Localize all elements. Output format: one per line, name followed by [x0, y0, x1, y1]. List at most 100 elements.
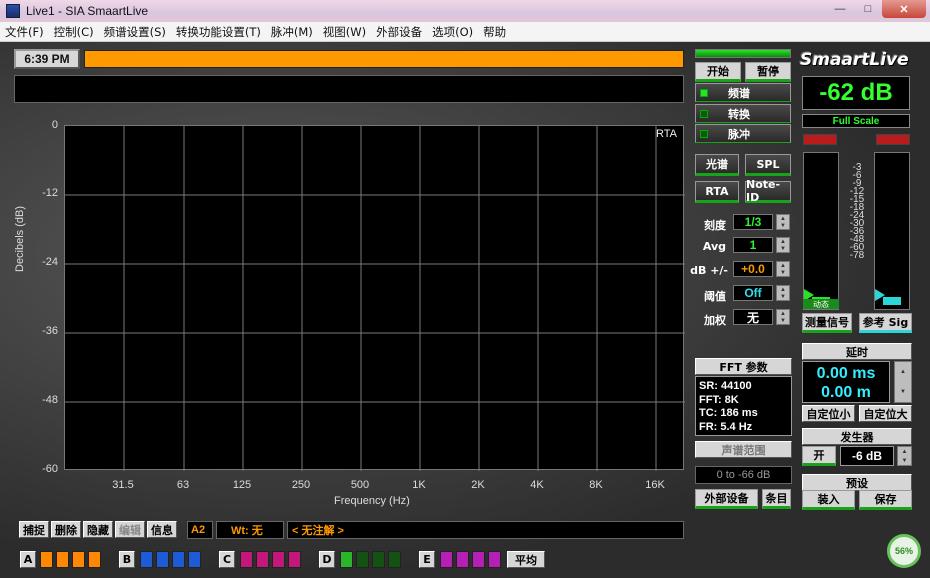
menu-options[interactable]: 选项(O): [427, 24, 478, 40]
note-field[interactable]: < 无注解 >: [287, 521, 684, 539]
dynamic-label: 动态: [803, 299, 839, 309]
spectrum-tab[interactable]: 光谱: [695, 154, 739, 176]
input-level-bar: [695, 49, 791, 58]
measure-signal-button[interactable]: 测量信号: [802, 313, 852, 333]
generator-level-stepper[interactable]: ▲ ▼: [897, 446, 912, 466]
threshold-stepper[interactable]: ▲ ▼: [776, 285, 790, 301]
group-a-slot-1[interactable]: [40, 551, 53, 568]
group-a-button[interactable]: A: [20, 551, 36, 568]
group-b-button[interactable]: B: [119, 551, 135, 568]
group-d-slot-2[interactable]: [356, 551, 369, 568]
menu-spectrum-settings[interactable]: 频谱设置(S): [99, 24, 171, 40]
group-c-slot-4[interactable]: [288, 551, 301, 568]
save-preset-button[interactable]: 保存: [859, 490, 912, 510]
generator-title: 发生器: [802, 428, 912, 445]
group-e-slot-1[interactable]: [440, 551, 453, 568]
avg-value[interactable]: 1: [733, 237, 773, 253]
capture-button[interactable]: 捕捉: [19, 521, 49, 538]
entries-button[interactable]: 条目: [762, 489, 791, 509]
avg-stepper[interactable]: ▲ ▼: [776, 237, 790, 253]
edit-button[interactable]: 编辑: [115, 521, 145, 538]
fft-params-button[interactable]: FFT 参数: [695, 358, 792, 375]
menu-transfer-settings[interactable]: 转换功能设置(T): [171, 24, 266, 40]
group-d-slot-1[interactable]: [340, 551, 353, 568]
auto-locate-small-button[interactable]: 自定位小: [802, 405, 855, 422]
menu-external-device[interactable]: 外部设备: [371, 24, 427, 40]
scale-stepper[interactable]: ▲ ▼: [776, 214, 790, 230]
menu-impulse[interactable]: 脉冲(M): [266, 24, 318, 40]
maximize-button[interactable]: □: [854, 0, 882, 18]
load-preset-button[interactable]: 装入: [802, 490, 855, 510]
db-offset-value[interactable]: +0.0: [733, 261, 773, 277]
x-tick: 63: [176, 479, 190, 491]
delay-m: 0.00 m: [821, 384, 871, 401]
left-level-meter: [803, 152, 839, 310]
group-c-button[interactable]: C: [219, 551, 235, 568]
plot-grid: [65, 126, 685, 471]
group-d-button[interactable]: D: [319, 551, 335, 568]
menu-file[interactable]: 文件(F): [0, 24, 49, 40]
external-device-button[interactable]: 外部设备: [695, 489, 758, 509]
close-button[interactable]: ✕: [882, 0, 926, 18]
title-bar: Live1 - SIA SmaartLive — □ ✕: [0, 0, 930, 22]
group-a-slot-2[interactable]: [56, 551, 69, 568]
weighting-stepper[interactable]: ▲ ▼: [776, 309, 790, 325]
y-tick: -60: [42, 463, 58, 475]
hide-button[interactable]: 隐藏: [83, 521, 113, 538]
pause-button[interactable]: 暂停: [745, 62, 791, 82]
minimize-button[interactable]: —: [826, 0, 854, 18]
group-e-slot-4[interactable]: [488, 551, 501, 568]
x-tick: 4K: [530, 479, 544, 491]
spectrum-range-button[interactable]: 声谱范围: [695, 441, 792, 458]
menu-help[interactable]: 帮助: [478, 24, 511, 40]
window-title: Live1 - SIA SmaartLive: [26, 4, 149, 18]
delay-stepper[interactable]: ▲ ▼: [894, 361, 912, 403]
group-e-slot-3[interactable]: [472, 551, 485, 568]
group-d-slot-3[interactable]: [372, 551, 385, 568]
menu-control[interactable]: 控制(C): [49, 24, 99, 40]
x-tick: 8K: [589, 479, 603, 491]
group-d-slot-4[interactable]: [388, 551, 401, 568]
slot-label: A2: [187, 521, 213, 539]
spl-tab[interactable]: SPL: [745, 154, 791, 176]
generator-on-button[interactable]: 开: [802, 446, 836, 466]
group-c-slot-3[interactable]: [272, 551, 285, 568]
group-e-slot-2[interactable]: [456, 551, 469, 568]
group-a-slot-3[interactable]: [72, 551, 85, 568]
menu-view[interactable]: 视图(W): [318, 24, 371, 40]
rta-tab[interactable]: RTA: [695, 181, 739, 203]
level-readout: -62 dB: [802, 76, 910, 110]
cpu-usage-badge[interactable]: 56%: [887, 534, 921, 568]
reference-signal-button[interactable]: 参考 Sig: [859, 313, 912, 333]
auto-locate-large-button[interactable]: 自定位大: [859, 405, 912, 422]
group-b-slot-2[interactable]: [156, 551, 169, 568]
delay-readout: 0.00 ms 0.00 m: [802, 361, 890, 403]
group-b-slot-3[interactable]: [172, 551, 185, 568]
group-b-slot-4[interactable]: [188, 551, 201, 568]
x-tick: 250: [291, 479, 311, 491]
menu-bar: 文件(F) 控制(C) 频谱设置(S) 转换功能设置(T) 脉冲(M) 视图(W…: [0, 22, 930, 42]
weighting-value[interactable]: 无: [733, 309, 773, 325]
note-id-tab[interactable]: Note-ID: [745, 178, 791, 204]
scale-value[interactable]: 1/3: [733, 214, 773, 230]
x-tick: 16K: [645, 479, 665, 491]
start-button[interactable]: 开始: [695, 62, 741, 82]
group-c-slot-2[interactable]: [256, 551, 269, 568]
fft-size: FFT: 8K: [699, 393, 739, 406]
group-c-slot-1[interactable]: [240, 551, 253, 568]
average-button[interactable]: 平均: [507, 551, 545, 568]
impulse-mode-button[interactable]: 脉冲: [695, 124, 791, 143]
group-e-button[interactable]: E: [419, 551, 435, 568]
status-bar: [84, 50, 684, 68]
group-b-slot-1[interactable]: [140, 551, 153, 568]
spectrum-mode-button[interactable]: 频谱: [695, 83, 791, 102]
group-a-slot-4[interactable]: [88, 551, 101, 568]
transfer-mode-button[interactable]: 转换: [695, 104, 791, 123]
rta-plot[interactable]: RTA: [64, 125, 685, 471]
weight-label: Wt: 无: [216, 521, 284, 539]
delete-button[interactable]: 删除: [51, 521, 81, 538]
generator-level[interactable]: -6 dB: [840, 446, 894, 466]
threshold-value[interactable]: Off: [733, 285, 773, 301]
db-offset-stepper[interactable]: ▲ ▼: [776, 261, 790, 277]
info-button[interactable]: 信息: [147, 521, 177, 538]
